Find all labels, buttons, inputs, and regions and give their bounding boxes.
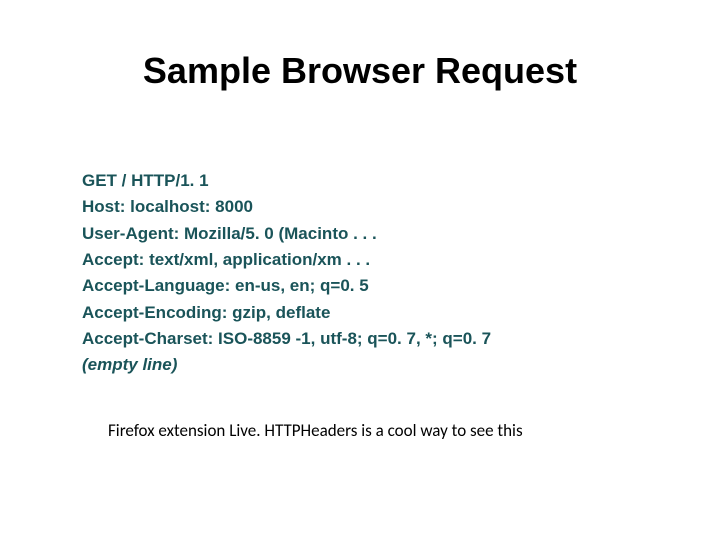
header-accept: Accept: text/xml, application/xm . . . — [82, 247, 642, 273]
header-host: Host: localhost: 8000 — [82, 194, 642, 220]
slide-title: Sample Browser Request — [0, 50, 720, 92]
header-accept-encoding: Accept-Encoding: gzip, deflate — [82, 300, 642, 326]
header-accept-language: Accept-Language: en-us, en; q=0. 5 — [82, 273, 642, 299]
request-line: GET / HTTP/1. 1 — [82, 168, 642, 194]
header-accept-charset: Accept-Charset: ISO-8859 -1, utf-8; q=0.… — [82, 326, 642, 352]
header-user-agent: User-Agent: Mozilla/5. 0 (Macinto . . . — [82, 221, 642, 247]
footnote: Firefox extension Live. HTTPHeaders is a… — [108, 420, 523, 441]
http-request-block: GET / HTTP/1. 1 Host: localhost: 8000 Us… — [82, 168, 642, 379]
empty-line-indicator: (empty line) — [82, 352, 642, 378]
slide: Sample Browser Request GET / HTTP/1. 1 H… — [0, 0, 720, 540]
